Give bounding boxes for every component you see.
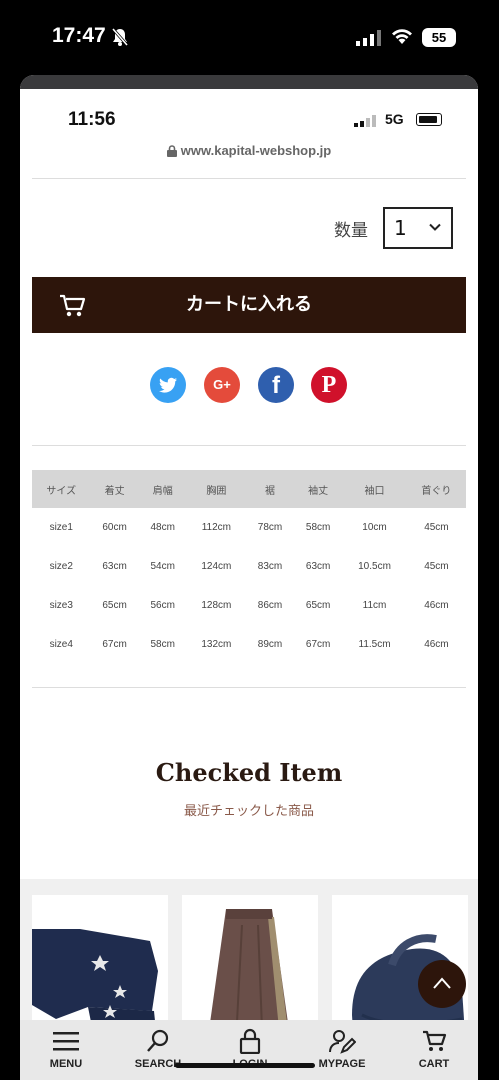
battery-indicator: 55: [422, 28, 456, 47]
quantity-value: 1: [394, 216, 407, 240]
address-bar[interactable]: www.kapital-webshop.jp: [20, 143, 478, 158]
column-header: 首ぐり: [406, 470, 466, 508]
quantity-select[interactable]: 1: [383, 207, 453, 249]
table-cell: 46cm: [424, 600, 449, 611]
table-cell: 65cm: [305, 600, 331, 611]
table-cell: size3: [49, 600, 73, 611]
home-indicator: [175, 1063, 315, 1068]
divider: [32, 178, 466, 179]
cellular-signal-icon: [356, 30, 381, 46]
table-cell: 10.5cm: [358, 561, 391, 572]
nav-menu-label: MENU: [49, 1058, 83, 1070]
table-cell: 45cm: [424, 522, 449, 533]
quantity-label: 数量: [334, 221, 368, 241]
divider: [32, 445, 466, 446]
search-icon: [147, 1029, 169, 1052]
table-cell: 48cm: [150, 522, 175, 533]
checked-items-subtitle: 最近チェックした商品: [183, 804, 314, 819]
wifi-icon: [392, 29, 412, 44]
chevron-down-icon: [429, 223, 441, 231]
battery-icon: [416, 113, 442, 126]
table-cell: 132cm: [201, 639, 232, 650]
table-cell: 60cm: [102, 522, 127, 533]
nav-login[interactable]: LOGIN: [204, 1020, 296, 1080]
column-header: 肩幅: [138, 470, 187, 508]
table-cell: 58cm: [305, 522, 331, 533]
nav-cart[interactable]: CART: [388, 1020, 478, 1080]
table-cell: 78cm: [257, 522, 283, 533]
table-cell: size4: [49, 639, 73, 650]
checked-items-title: Checked Item: [155, 758, 343, 787]
lock-icon: [239, 1028, 261, 1054]
url-text: www.kapital-webshop.jp: [180, 143, 332, 158]
network-type: 5G: [385, 111, 404, 127]
cellular-signal-icon: [354, 115, 376, 127]
menu-icon: [53, 1032, 79, 1051]
table-cell: 65cm: [102, 600, 127, 611]
pinterest-icon: P: [321, 372, 337, 398]
column-header: サイズ: [32, 470, 91, 508]
table-cell: size1: [49, 522, 73, 533]
column-header: 袖口: [342, 470, 407, 508]
table-row: size3 65cm 56cm 128cm 86cm 65cm 11cm 46c…: [32, 586, 466, 625]
scroll-to-top-button[interactable]: [418, 960, 466, 1008]
table-header-row: サイズ 着丈 肩幅 胸囲 裾 袖丈 袖口 首ぐり: [32, 470, 466, 508]
table-cell: 46cm: [424, 639, 449, 650]
google-plus-icon: G+: [213, 377, 231, 392]
chevron-up-icon: [433, 977, 451, 989]
table-cell: 67cm: [102, 639, 127, 650]
table-row: size2 63cm 54cm 124cm 83cm 63cm 10.5cm 4…: [32, 547, 466, 586]
column-header: 袖丈: [294, 470, 343, 508]
cart-icon: [423, 1030, 447, 1051]
table-cell: 58cm: [150, 639, 175, 650]
table-cell: 67cm: [305, 639, 331, 650]
table-row: size1 60cm 48cm 112cm 78cm 58cm 10cm 45c…: [32, 508, 466, 547]
add-to-cart-label: カートに入れる: [186, 294, 312, 315]
browser-frame: 11:56 5G www.kapital-webshop.jp 数量 1 カート…: [20, 75, 478, 1080]
add-to-cart-button[interactable]: カートに入れる: [32, 277, 466, 333]
table-cell: 83cm: [257, 561, 283, 572]
table-cell: 86cm: [257, 600, 283, 611]
table-cell: 11.5cm: [358, 639, 391, 650]
facebook-share-button[interactable]: f: [258, 367, 294, 403]
twitter-icon: [159, 377, 177, 393]
divider: [32, 687, 466, 688]
column-header: 胸囲: [186, 470, 246, 508]
table-cell: 56cm: [150, 600, 175, 611]
twitter-share-button[interactable]: [150, 367, 186, 403]
facebook-icon: f: [272, 372, 280, 399]
screenshot-status-bar: 11:56 5G www.kapital-webshop.jp: [20, 89, 478, 179]
nav-cart-label: CART: [418, 1058, 450, 1070]
user-edit-icon: [329, 1030, 356, 1054]
table-cell: size2: [49, 561, 73, 572]
bottom-navigation: MENU SEARCH LOGIN MYPAGE CART: [20, 1020, 478, 1080]
table-cell: 128cm: [201, 600, 232, 611]
device-time: 17:47: [52, 24, 106, 47]
table-cell: 124cm: [201, 561, 232, 572]
device-status-bar: 17:47 55: [0, 0, 499, 75]
pinterest-share-button[interactable]: P: [311, 367, 347, 403]
table-cell: 63cm: [305, 561, 331, 572]
table-cell: 45cm: [424, 561, 449, 572]
nav-search[interactable]: SEARCH: [112, 1020, 204, 1080]
lock-icon: [166, 145, 177, 157]
google-plus-share-button[interactable]: G+: [204, 367, 240, 403]
table-cell: 63cm: [102, 561, 127, 572]
table-cell: 11cm: [362, 600, 387, 611]
column-header: 裾: [245, 470, 295, 508]
table-row: size4 67cm 58cm 132cm 89cm 67cm 11.5cm 4…: [32, 625, 466, 664]
screenshot-time: 11:56: [68, 109, 116, 130]
nav-menu[interactable]: MENU: [20, 1020, 112, 1080]
size-chart-table: サイズ 着丈 肩幅 胸囲 裾 袖丈 袖口 首ぐり size1 60cm 48cm…: [32, 470, 466, 664]
table-cell: 54cm: [150, 561, 175, 572]
table-cell: 89cm: [257, 639, 283, 650]
nav-mypage[interactable]: MYPAGE: [296, 1020, 388, 1080]
table-cell: 10cm: [362, 522, 387, 533]
column-header: 着丈: [90, 470, 139, 508]
bell-muted-icon: [111, 28, 129, 46]
table-cell: 112cm: [201, 522, 231, 533]
frame-top-bar: [20, 75, 478, 89]
